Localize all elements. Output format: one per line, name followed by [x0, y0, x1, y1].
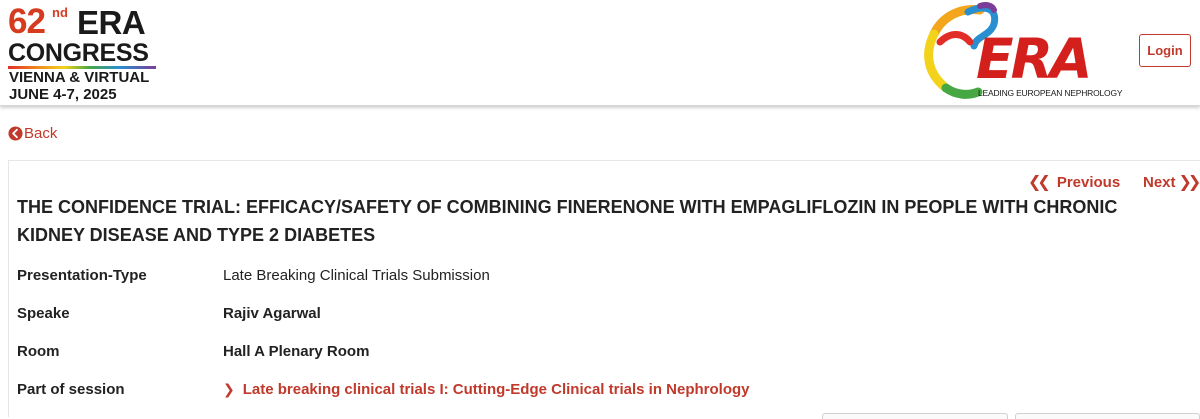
back-link[interactable]: Back	[8, 125, 57, 142]
session-label: Part of session	[17, 381, 125, 398]
circle-arrow-left-icon	[8, 126, 23, 141]
room-value: Hall A Plenary Room	[223, 343, 370, 360]
room-label: Room	[17, 343, 60, 360]
detail-row-session: Part of session ❯ Late breaking clinical…	[17, 373, 1187, 411]
login-button[interactable]: Login	[1139, 34, 1191, 67]
detail-row-presentation-type: Presentation-Type Late Breaking Clinical…	[17, 259, 1187, 297]
congress-ordinal: nd	[52, 5, 68, 20]
congress-logo[interactable]: 62 nd ERA CONGRESS VIENNA & VIRTUAL JUNE…	[8, 2, 168, 103]
presentation-title: THE CONFIDENCE TRIAL: EFFICACY/SAFETY OF…	[17, 197, 1118, 245]
previous-label: Previous	[1056, 173, 1121, 191]
bottom-tab[interactable]	[1015, 413, 1200, 419]
congress-logo-top-line: 62	[8, 2, 46, 42]
double-chevron-left-icon: ❮❮	[1028, 174, 1051, 191]
era-logo-tagline: LEADING EUROPEAN NEPHROLOGY	[978, 88, 1123, 98]
next-link[interactable]: Next ❯❯	[1143, 172, 1200, 192]
site-header: 62 nd ERA CONGRESS VIENNA & VIRTUAL JUNE…	[0, 0, 1200, 106]
speaker-label: Speake	[17, 305, 70, 322]
session-link[interactable]: ❯ Late breaking clinical trials I: Cutti…	[223, 373, 750, 398]
session-link-label: Late breaking clinical trials I: Cutting…	[242, 381, 750, 398]
congress-number: 62	[8, 2, 46, 41]
era-logo-word: ERA	[976, 27, 1092, 91]
era-logo[interactable]: ERA LEADING EUROPEAN NEPHROLOGY	[920, 2, 1125, 102]
double-chevron-right-icon: ❯❯	[1178, 174, 1200, 191]
bottom-tab-strip	[0, 410, 1200, 419]
congress-dates: JUNE 4-7, 2025	[9, 86, 117, 103]
presentation-details: Presentation-Type Late Breaking Clinical…	[17, 259, 1187, 411]
detail-row-room: Room Hall A Plenary Room	[17, 335, 1187, 373]
previous-link[interactable]: ❮❮ Previous	[1028, 172, 1120, 192]
detail-row-speaker: Speake Rajiv Agarwal	[17, 297, 1187, 335]
congress-word: CONGRESS	[8, 39, 149, 67]
presentation-type-label: Presentation-Type	[17, 267, 147, 284]
presentation-type-value: Late Breaking Clinical Trials Submission	[223, 267, 490, 284]
congress-brand: ERA	[77, 4, 146, 41]
chevron-right-icon: ❯	[223, 381, 235, 397]
next-label: Next	[1143, 173, 1176, 191]
bottom-tab[interactable]	[822, 413, 1008, 419]
back-label: Back	[24, 125, 58, 142]
congress-location: VIENNA & VIRTUAL	[9, 69, 150, 86]
speaker-value: Rajiv Agarwal	[223, 305, 321, 322]
